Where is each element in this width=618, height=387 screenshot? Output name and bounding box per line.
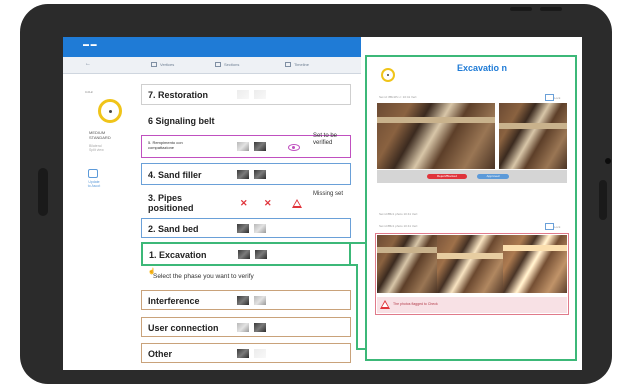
section-header: Set id 8Bc1 photo 10:41 Vert: — [379, 212, 419, 216]
tab-label: Vertices — [160, 62, 175, 67]
lock-label: Lock — [554, 96, 561, 100]
phase-row-excavation[interactable]: 1. Excavation — [141, 242, 351, 266]
photo-thumbnail — [254, 296, 266, 305]
phase-label: 7. Restoration — [148, 90, 209, 100]
site-info-title: MEDIUM STANDARD — [89, 130, 111, 140]
excavation-photo[interactable] — [437, 235, 503, 293]
excavation-photo[interactable] — [377, 235, 437, 293]
photo-thumbnail — [237, 349, 249, 358]
tab-label: Timeline — [294, 62, 309, 67]
tab-label: Sections — [224, 62, 240, 67]
missing-photo-icon: ✕ — [240, 198, 248, 208]
phase-label: 5. Rempimento con compattazione — [148, 140, 183, 150]
side-sensor — [599, 180, 607, 220]
phase-row-user-connection[interactable]: User connection — [141, 317, 351, 337]
photo-thumbnail — [254, 90, 266, 99]
tab-vertices[interactable]: Vertices — [151, 62, 174, 67]
site-info-sub: Bilateral Split view — [89, 144, 104, 152]
photo-set-caption: Set id: 8Bc1Pc c: 10:41 Vert: — [379, 95, 418, 99]
power-button — [540, 7, 562, 11]
phase-row-interference[interactable]: Interference — [141, 290, 351, 310]
status-label: 0-0Hc — [85, 90, 94, 94]
phase-label: Interference — [148, 296, 200, 306]
eye-icon[interactable] — [288, 144, 300, 151]
progress-ring-icon — [381, 68, 395, 82]
connector-line — [351, 242, 365, 244]
app-header: ▬ ▬ — [63, 37, 361, 57]
phase-row-sand-bed[interactable]: 2. Sand bed — [141, 218, 351, 238]
phase-label: 4. Sand filler — [148, 170, 202, 180]
photo-thumbnail — [254, 349, 266, 358]
missing-photo-icon: ✕ — [264, 198, 272, 208]
reject-button[interactable]: Reject/Blocked — [427, 174, 467, 179]
photo-thumbnail — [255, 250, 267, 259]
refresh-icon[interactable] — [88, 169, 98, 178]
lock-icon[interactable] — [545, 223, 554, 230]
lock-icon[interactable] — [545, 94, 554, 101]
select-phase-hint: Select the phase you want to verify — [153, 273, 254, 280]
lock-label: Lock — [554, 225, 561, 229]
home-button — [38, 168, 48, 216]
photo-thumbnail — [237, 296, 249, 305]
status-set-to-verify: Set to be verified — [313, 133, 338, 146]
tab-sections[interactable]: Sections — [215, 62, 239, 67]
phase-label: 1. Excavation — [149, 250, 207, 260]
progress-ring-icon — [98, 99, 122, 123]
back-icon[interactable]: ← — [85, 61, 91, 67]
phase-row-restoration[interactable]: 7. Restoration — [141, 84, 351, 105]
excavation-photo[interactable] — [499, 103, 567, 169]
photo-thumbnail — [237, 142, 249, 151]
phase-row-other[interactable]: Other — [141, 343, 351, 363]
phase-detail-panel: Excavatio n Set id: 8Bc1Pc c: 10:41 Vert… — [365, 55, 577, 361]
phase-label: 3. Pipes positioned — [148, 193, 194, 213]
ruler-icon — [215, 62, 221, 67]
flag-alert-bar: The photos flagged to Check — [377, 297, 567, 313]
warning-icon — [380, 300, 390, 309]
warning-icon — [292, 199, 302, 208]
photo-thumbnail — [254, 142, 266, 151]
phase-row-sand-filler[interactable]: 4. Sand filler — [141, 163, 351, 185]
phase-list-panel: ▬ ▬ ← Vertices Sections Timeline 0-0Hc M… — [63, 37, 361, 370]
excavation-photo[interactable] — [377, 103, 495, 169]
pin-icon — [151, 62, 157, 67]
phase-label: User connection — [148, 323, 219, 333]
app-logo: ▬ ▬ — [83, 42, 97, 48]
alert-text: The photos flagged to Check — [393, 302, 438, 306]
action-bar — [377, 170, 567, 183]
photo-set-caption: Set id 8Bc1 photo 10:41 Vert: — [379, 224, 419, 228]
photo-thumbnail — [237, 224, 249, 233]
connector-line — [356, 264, 358, 350]
tab-bar: ← Vertices Sections Timeline — [63, 57, 361, 74]
app-screen: ▬ ▬ ← Vertices Sections Timeline 0-0Hc M… — [63, 37, 582, 370]
camera-icon — [605, 158, 611, 164]
phase-label: Other — [148, 349, 173, 359]
detail-title: Excavatio n — [457, 63, 508, 73]
phase-label: 6 Signaling belt — [148, 116, 215, 126]
photo-thumbnail — [254, 323, 266, 332]
photo-thumbnail — [254, 170, 266, 179]
status-missing-set: Missing set — [313, 191, 344, 197]
photo-thumbnail — [254, 224, 266, 233]
update-link[interactable]: Update to Ascot — [85, 180, 103, 188]
phase-row-signaling-belt[interactable]: 6 Signaling belt — [141, 110, 351, 131]
tab-timeline[interactable]: Timeline — [285, 62, 309, 67]
photo-thumbnail — [237, 170, 249, 179]
home-icon — [285, 62, 291, 67]
approve-button[interactable]: Approved — [477, 174, 509, 179]
excavation-photo[interactable] — [503, 235, 567, 293]
photo-thumbnail — [237, 323, 249, 332]
photo-thumbnail — [237, 90, 249, 99]
volume-button — [510, 7, 532, 11]
phase-label: 2. Sand bed — [148, 224, 199, 234]
photo-thumbnail — [238, 250, 250, 259]
